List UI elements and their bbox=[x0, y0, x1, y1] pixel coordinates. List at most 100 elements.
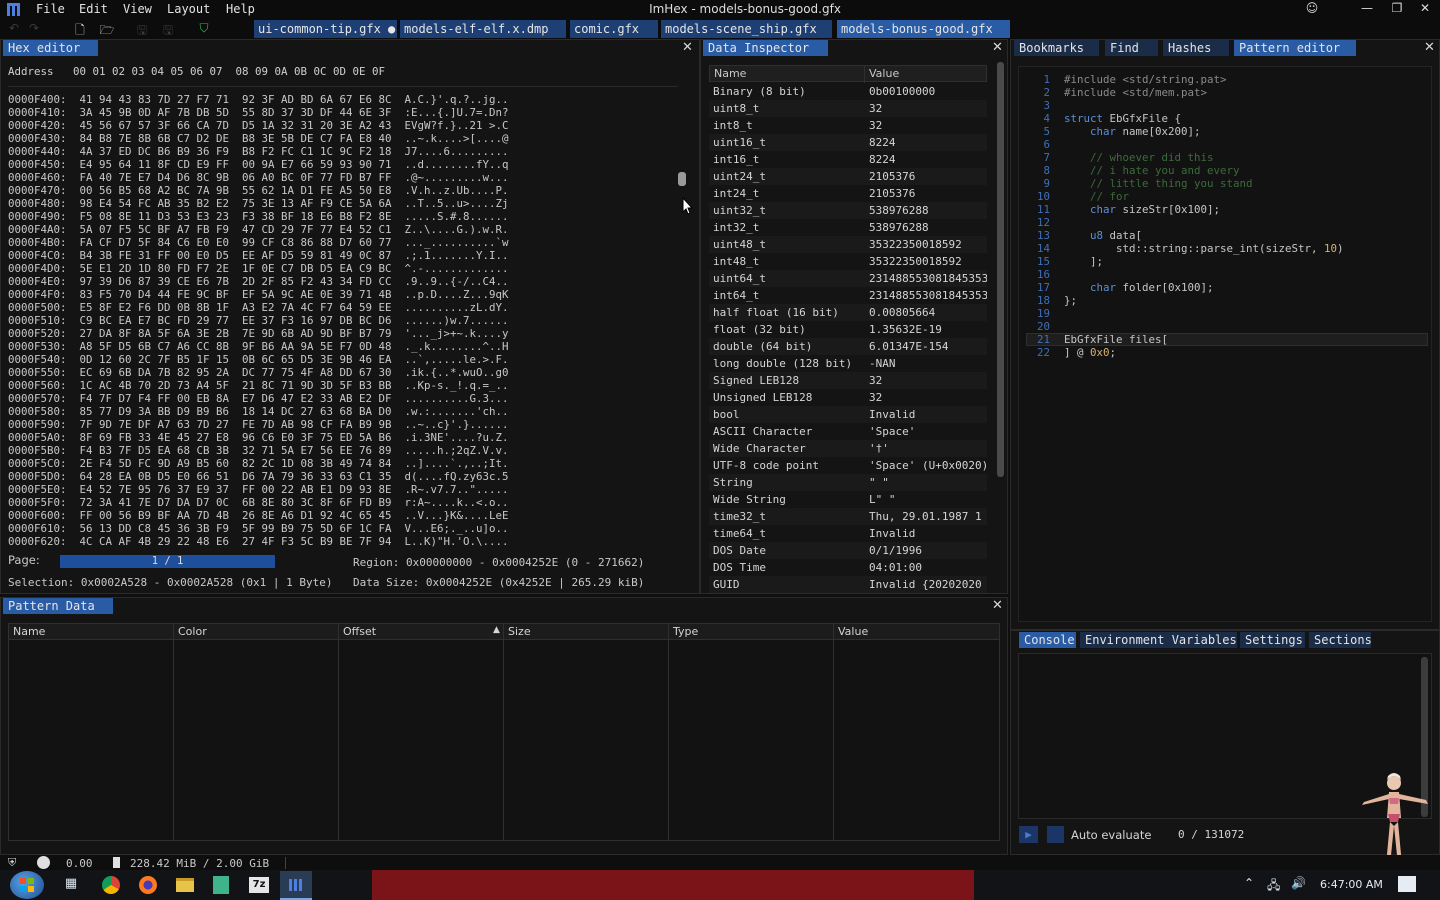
pattern-data-close-icon[interactable]: ✕ bbox=[992, 598, 1003, 613]
code-line[interactable]: 16 bbox=[1022, 268, 1064, 281]
pd-col-size[interactable]: Size bbox=[508, 625, 531, 640]
pd-col-value[interactable]: Value bbox=[838, 625, 868, 640]
inspector-row[interactable]: DOS Date 0/1/1996 bbox=[709, 542, 987, 559]
inspector-row[interactable]: uint32_t 538976288 bbox=[709, 202, 987, 219]
tab-console[interactable]: Console bbox=[1019, 632, 1076, 648]
inspector-row[interactable]: String " " bbox=[709, 474, 987, 491]
code-line[interactable]: 7 // whoever did this bbox=[1022, 151, 1213, 164]
inspector-row[interactable]: half float (16 bit) 0.00805664 bbox=[709, 304, 987, 321]
code-line[interactable]: 12 bbox=[1022, 216, 1064, 229]
hex-row[interactable]: 0000F450: E4 95 64 11 8F CD E9 FF 00 9A … bbox=[8, 158, 509, 171]
file-tab-models-scene-ship[interactable]: models-scene_ship.gfx bbox=[661, 20, 832, 38]
action-center-icon[interactable] bbox=[1398, 876, 1416, 892]
code-line[interactable]: 18}; bbox=[1022, 294, 1077, 307]
code-line[interactable]: 10 // for bbox=[1022, 190, 1129, 203]
hex-editor-close-icon[interactable]: ✕ bbox=[682, 40, 693, 55]
inspector-row[interactable]: float (32 bit) 1.35632E-19 bbox=[709, 321, 987, 338]
pd-col-offset[interactable]: Offset bbox=[343, 625, 376, 640]
inspector-row[interactable]: ASCII Character 'Space' bbox=[709, 423, 987, 440]
inspector-row[interactable]: long double (128 bit) -NAN bbox=[709, 355, 987, 372]
hex-row[interactable]: 0000F440: 4A 37 ED DC B6 B9 36 F9 B8 F2 … bbox=[8, 145, 509, 158]
inspector-row[interactable]: int48_t 35322350018592 bbox=[709, 253, 987, 270]
inspector-row[interactable]: Binary (8 bit) 0b00100000 bbox=[709, 83, 987, 100]
inspector-row-value[interactable]: 0/1/1996 bbox=[869, 542, 987, 559]
code-line[interactable]: 17 char folder[0x100]; bbox=[1022, 281, 1214, 294]
hex-row[interactable]: 0000F570: F4 7F D7 F4 FF 00 EB 8A E7 D6 … bbox=[8, 392, 509, 405]
hex-row[interactable]: 0000F490: F5 08 8E 11 D3 53 E3 23 F3 38 … bbox=[8, 210, 509, 223]
hex-row[interactable]: 0000F5D0: 64 28 EA 0B D5 E0 66 51 D6 7A … bbox=[8, 470, 509, 483]
inspector-row[interactable]: time64_t Invalid bbox=[709, 525, 987, 542]
inspector-row-value[interactable]: 'Space' (U+0x0020) bbox=[869, 457, 987, 474]
hex-row[interactable]: 0000F470: 00 56 B5 68 A2 BC 7A 9B 55 62 … bbox=[8, 184, 509, 197]
inspector-row[interactable]: bool Invalid bbox=[709, 406, 987, 423]
inspector-row[interactable]: int16_t 8224 bbox=[709, 151, 987, 168]
tab-find[interactable]: Find bbox=[1105, 40, 1158, 56]
pd-col-type[interactable]: Type bbox=[673, 625, 698, 640]
tray-chevron-icon[interactable]: ⌃ bbox=[1244, 876, 1254, 890]
hex-row[interactable]: 0000F410: 3A 45 9B 0D AF 7B DB 5D 55 8D … bbox=[8, 106, 509, 119]
inspector-row-value[interactable]: 32 bbox=[869, 117, 987, 134]
hex-row[interactable]: 0000F4A0: 5A 07 F5 5C BF A7 FB F9 47 CD … bbox=[8, 223, 509, 236]
code-line[interactable]: 21 EbGfxFile files[ bbox=[1022, 333, 1168, 346]
inspector-row[interactable]: Signed LEB128 32 bbox=[709, 372, 987, 389]
inspector-row-value[interactable]: 2314885530818453536 bbox=[869, 287, 987, 304]
hex-row[interactable]: 0000F5A0: 8F 69 FB 33 4E 45 27 E8 96 C6 … bbox=[8, 431, 509, 444]
minimize-icon[interactable]: — bbox=[1354, 1, 1380, 19]
inspector-row[interactable]: uint48_t 35322350018592 bbox=[709, 236, 987, 253]
open-file-icon[interactable]: 🗁 bbox=[99, 21, 115, 37]
tab-pattern-data[interactable]: Pattern Data bbox=[3, 598, 113, 614]
inspector-row-value[interactable]: 538976288 bbox=[869, 219, 987, 236]
inspector-row-value[interactable]: 6.01347E-154 bbox=[869, 338, 987, 355]
inspector-row[interactable]: DOS Time 04:01:00 bbox=[709, 559, 987, 576]
inspector-row-value[interactable]: Invalid bbox=[869, 525, 987, 542]
file-tab-models-bonus-good[interactable]: models-bonus-good.gfx bbox=[837, 20, 1010, 38]
code-line[interactable]: 14 std::string::parse_int(sizeStr, 10) bbox=[1022, 242, 1344, 255]
code-line[interactable]: 11 char sizeStr[0x100]; bbox=[1022, 203, 1220, 216]
auto-evaluate-checkbox[interactable] bbox=[1047, 826, 1064, 843]
pattern-data-table[interactable] bbox=[8, 623, 1000, 841]
bookmark-icon[interactable]: ⛉ bbox=[196, 21, 212, 37]
inspector-row-value[interactable]: Invalid bbox=[869, 406, 987, 423]
hex-row[interactable]: 0000F610: 56 13 DD C8 45 36 3B F9 5F 99 … bbox=[8, 522, 509, 535]
save-icon[interactable]: 🖫 bbox=[134, 21, 150, 37]
file-tab-comic[interactable]: comic.gfx bbox=[570, 20, 658, 38]
hex-row[interactable]: 0000F5B0: F4 B3 7F D5 EA 68 CB 3B 32 71 … bbox=[8, 444, 509, 457]
inspector-row[interactable]: int8_t 32 bbox=[709, 117, 987, 134]
tab-environment-variables[interactable]: Environment Variables bbox=[1080, 632, 1237, 648]
hex-scrollbar-thumb[interactable] bbox=[678, 172, 686, 186]
firefox-icon[interactable] bbox=[139, 876, 157, 894]
inspector-row-value[interactable]: 32 bbox=[869, 372, 987, 389]
data-inspector-close-icon[interactable]: ✕ bbox=[992, 40, 1003, 55]
inspector-row[interactable]: int64_t 2314885530818453536 bbox=[709, 287, 987, 304]
file-explorer-icon[interactable] bbox=[176, 878, 194, 892]
hex-row[interactable]: 0000F400: 41 94 43 83 7D 27 F7 71 92 3F … bbox=[8, 93, 509, 106]
menu-layout[interactable]: Layout bbox=[167, 2, 210, 18]
pd-col-name[interactable]: Name bbox=[13, 625, 45, 640]
tab-settings[interactable]: Settings bbox=[1240, 632, 1305, 648]
hex-row[interactable]: 0000F4B0: FA CF D7 5F 84 C6 E0 E0 99 CF … bbox=[8, 236, 509, 249]
inspector-row[interactable]: Wide Character '†' bbox=[709, 440, 987, 457]
run-pattern-button[interactable]: ▶ bbox=[1019, 826, 1038, 843]
inspector-row[interactable]: int32_t 538976288 bbox=[709, 219, 987, 236]
code-line[interactable]: 22] @ 0x0; bbox=[1022, 346, 1116, 359]
close-window-icon[interactable]: ✕ bbox=[1412, 1, 1438, 19]
code-line[interactable]: 2 #include <std/mem.pat> bbox=[1022, 86, 1207, 99]
inspector-row[interactable]: uint8_t 32 bbox=[709, 100, 987, 117]
inspector-row-value[interactable]: " " bbox=[869, 474, 987, 491]
hex-row[interactable]: 0000F4C0: B4 3B FE 31 FF 00 E0 D5 EE AF … bbox=[8, 249, 509, 262]
network-icon[interactable]: 🖧 bbox=[1267, 876, 1280, 897]
notepad-icon[interactable] bbox=[213, 876, 229, 894]
hex-row[interactable]: 0000F4F0: 83 F5 70 D4 44 FE 9C BF EF 5A … bbox=[8, 288, 509, 301]
hex-row[interactable]: 0000F5C0: 2E F4 5D FC 9D A9 B5 60 82 2C … bbox=[8, 457, 509, 470]
tab-hex-editor[interactable]: Hex editor bbox=[3, 40, 98, 56]
inspector-scrollbar[interactable] bbox=[997, 62, 1004, 477]
inspector-row-value[interactable]: 2314885530818453536 bbox=[869, 270, 987, 287]
hex-row[interactable]: 0000F600: FF 00 56 B9 BF AA 7D 4B 26 8E … bbox=[8, 509, 509, 522]
inspector-row[interactable]: UTF-8 code point 'Space' (U+0x0020) bbox=[709, 457, 987, 474]
inspector-row[interactable]: Wide String L" " bbox=[709, 491, 987, 508]
hex-row[interactable]: 0000F4E0: 97 39 D6 87 39 CE E6 7B 2D 2F … bbox=[8, 275, 509, 288]
hex-row[interactable]: 0000F430: 84 B8 7E 8B 6B C7 D2 DE B8 3E … bbox=[8, 132, 509, 145]
menu-file[interactable]: File bbox=[36, 2, 65, 18]
tab-data-inspector[interactable]: Data Inspector bbox=[703, 40, 828, 56]
imhex-taskbar-button[interactable] bbox=[280, 871, 312, 900]
